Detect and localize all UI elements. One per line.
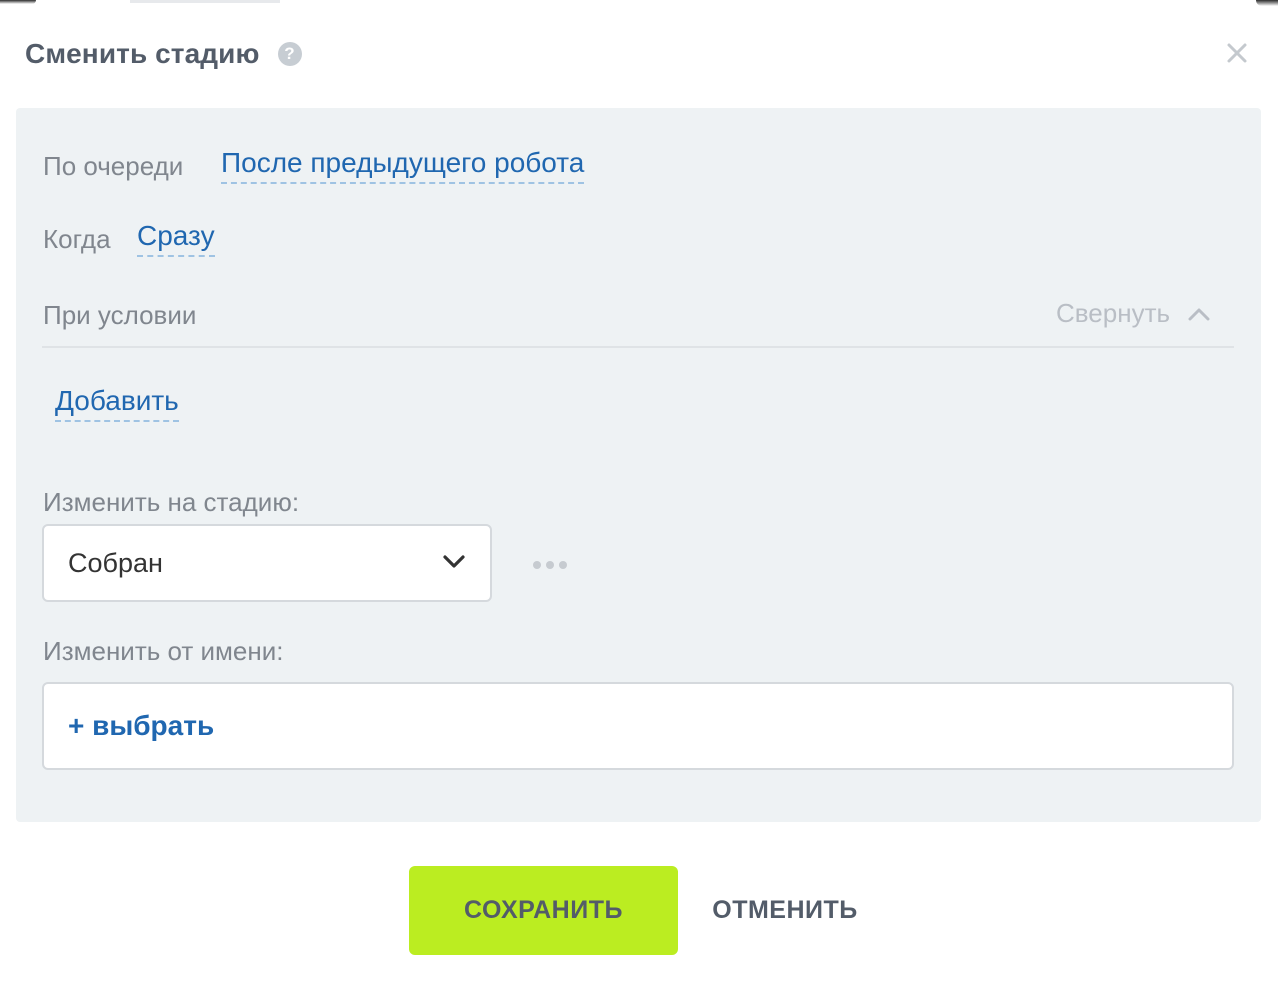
when-value-link[interactable]: Сразу [137,219,215,257]
robot-settings-panel: По очереди После предыдущего робота Когд… [16,108,1261,822]
author-selector: + выбрать [42,682,1234,770]
order-label: По очереди [43,151,184,181]
condition-divider [42,346,1234,348]
save-button[interactable]: СОХРАНИТЬ [409,866,678,955]
close-icon[interactable] [1222,38,1252,68]
author-field-label: Изменить от имени: [43,636,284,666]
chevron-up-icon [1188,308,1210,320]
stage-field-label: Изменить на стадию: [43,487,300,517]
cancel-button[interactable]: ОТМЕНИТЬ [690,866,880,955]
more-options-icon[interactable] [533,556,573,570]
chevron-down-icon [443,555,465,568]
order-value-link[interactable]: После предыдущего робота [221,146,585,184]
collapse-conditions-button[interactable]: Свернуть [1056,298,1210,329]
window-top-edge [0,0,1278,6]
when-label: Когда [43,224,111,254]
stage-select-value: Собран [68,548,163,578]
stage-select[interactable]: Собран [42,524,492,602]
window-corner-shade-right [1256,0,1278,6]
collapse-label: Свернуть [1056,298,1171,328]
window-tab-mark [130,0,280,3]
help-icon[interactable]: ? [277,42,302,66]
select-user-link[interactable]: + выбрать [68,710,214,742]
dialog-title: Сменить стадию [25,38,260,69]
condition-label: При условии [43,300,197,330]
change-stage-dialog: Сменить стадию ? По очереди После предыд… [0,0,1278,991]
window-corner-shade-left [0,0,36,4]
add-condition-link[interactable]: Добавить [55,384,179,422]
dialog-title-row: Сменить стадию ? [25,38,302,70]
